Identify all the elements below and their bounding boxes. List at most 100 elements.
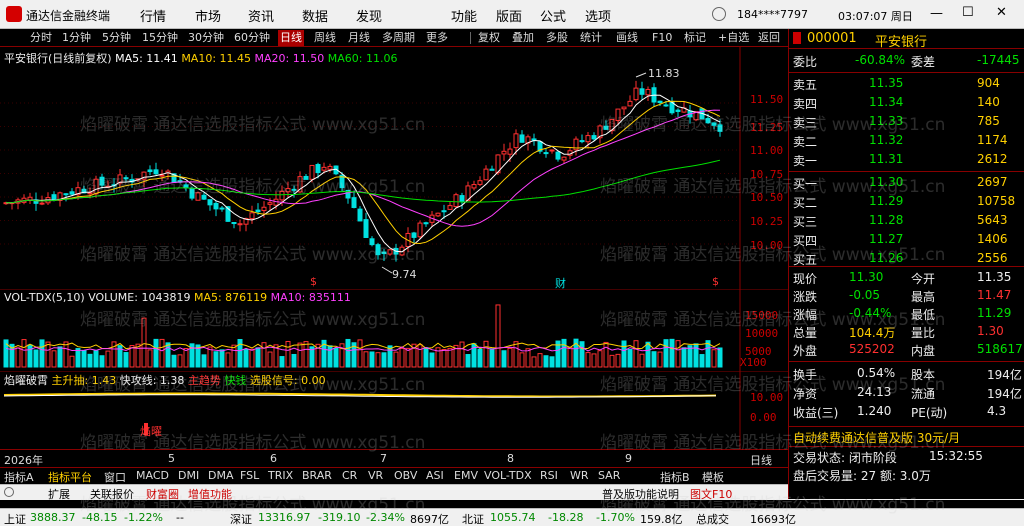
tab-obv[interactable]: OBV <box>394 469 417 482</box>
event-marker[interactable]: $ <box>310 275 317 288</box>
kline-chart[interactable]: 平安银行(日线前复权) MA5: 11.41 MA10: 11.45 MA20:… <box>0 47 788 290</box>
back-button[interactable]: 返回 <box>756 30 782 46</box>
tab-wr[interactable]: WR <box>570 469 589 482</box>
menu-market[interactable]: 市场 <box>195 6 221 25</box>
user-avatar-icon[interactable] <box>712 7 726 21</box>
period-5min[interactable]: 5分钟 <box>100 30 133 46</box>
quote-stat-row[interactable]: 净资 24.13 流通 194亿 <box>791 384 1023 402</box>
ask-row[interactable]: 卖二 11.32 1174 <box>791 132 1023 150</box>
menu-news[interactable]: 资讯 <box>248 6 274 25</box>
related-quotes-button[interactable]: 关联报价 <box>90 486 134 502</box>
tab-asi[interactable]: ASI <box>426 469 444 482</box>
stock-name[interactable]: 平安银行 <box>875 31 927 50</box>
volume-bar <box>303 341 309 368</box>
tab-indicator-b[interactable]: 指标B <box>660 469 690 485</box>
indicator-chart[interactable]: 焰曜破霄 主升抽: 1.43 快攻线: 1.38 主趋势 快钱 选股信号: 0.… <box>0 370 788 449</box>
sz-index-change: -319.10 <box>318 511 361 524</box>
menu-options[interactable]: 选项 <box>585 6 611 25</box>
menu-discover[interactable]: 发现 <box>356 6 382 25</box>
kline-candle <box>561 156 567 161</box>
f10-button[interactable]: F10 <box>650 30 674 46</box>
menu-functions[interactable]: 功能 <box>451 6 477 25</box>
maximize-icon[interactable]: ☐ <box>962 5 974 20</box>
f10-graphic-link[interactable]: 图文F10 <box>690 486 732 502</box>
tab-window[interactable]: 窗口 <box>104 469 126 485</box>
period-multi[interactable]: 多周期 <box>380 30 417 46</box>
menu-layout[interactable]: 版面 <box>496 6 522 25</box>
minimize-icon[interactable]: — <box>930 6 943 21</box>
promo-banner[interactable]: 自动续费通达信普及版 30元/月 <box>793 429 960 446</box>
period-more[interactable]: 更多 <box>424 30 450 46</box>
volume-bar <box>405 347 411 368</box>
period-30min[interactable]: 30分钟 <box>186 30 226 46</box>
mark-button[interactable]: 标记 <box>682 30 708 46</box>
tab-vr[interactable]: VR <box>368 469 383 482</box>
volume-bar <box>39 339 45 368</box>
bid-row[interactable]: 买五 11.26 2556 <box>791 250 1023 268</box>
tab-indicator-a[interactable]: 指标A <box>4 469 34 485</box>
tab-rsi[interactable]: RSI <box>540 469 558 482</box>
edition-info-link[interactable]: 普及版功能说明 <box>602 486 679 502</box>
tab-brar[interactable]: BRAR <box>302 469 332 482</box>
tab-sar[interactable]: SAR <box>598 469 620 482</box>
ask-row[interactable]: 卖一 11.31 2612 <box>791 151 1023 169</box>
statistics-button[interactable]: 统计 <box>578 30 604 46</box>
volume-chart[interactable]: VOL-TDX(5,10) VOLUME: 1043819 MA5: 87611… <box>0 288 788 371</box>
close-icon[interactable]: ✕ <box>996 5 1007 20</box>
volume-bar <box>147 349 153 368</box>
tab-template[interactable]: 模板 <box>702 469 724 485</box>
tab-trix[interactable]: TRIX <box>268 469 293 482</box>
period-monthly[interactable]: 月线 <box>346 30 372 46</box>
event-marker[interactable]: $ <box>712 275 719 288</box>
bid-row[interactable]: 买一 11.30 2697 <box>791 174 1023 192</box>
ask-row[interactable]: 卖五 11.35 904 <box>791 75 1023 93</box>
expand-toggle-icon[interactable] <box>4 487 14 497</box>
order-diff-value: -17445 <box>977 53 1020 67</box>
bid-row[interactable]: 买二 11.29 10758 <box>791 193 1023 211</box>
tab-cr[interactable]: CR <box>342 469 357 482</box>
quote-stat-row[interactable]: 涨跌 -0.05 最高 11.47 <box>791 287 1023 305</box>
menu-quotes[interactable]: 行情 <box>140 6 166 25</box>
quote-stat-row[interactable]: 收益(三) 1.240 PE(动) 4.3 <box>791 403 1023 421</box>
volume-bar <box>585 352 591 368</box>
bid-row[interactable]: 买四 11.27 1406 <box>791 231 1023 249</box>
overlay-button[interactable]: 叠加 <box>510 30 536 46</box>
volume-bar <box>657 351 663 368</box>
add-watchlist-button[interactable]: +自选 <box>716 30 751 46</box>
tab-emv[interactable]: EMV <box>454 469 478 482</box>
menu-data[interactable]: 数据 <box>302 6 328 25</box>
tab-fsl[interactable]: FSL <box>240 469 259 482</box>
value-added-button[interactable]: 增值功能 <box>188 486 232 502</box>
period-60min[interactable]: 60分钟 <box>232 30 272 46</box>
bid-volume: 10758 <box>977 194 1016 208</box>
tab-dmi[interactable]: DMI <box>178 469 199 482</box>
quote-stat-row[interactable]: 外盘 525202 内盘 518617 <box>791 341 1023 359</box>
period-weekly[interactable]: 周线 <box>312 30 338 46</box>
stock-code[interactable]: 000001 <box>807 31 857 46</box>
wealth-circle-button[interactable]: 财富圈 <box>146 486 179 502</box>
draw-line-button[interactable]: 画线 <box>614 30 640 46</box>
menu-formula[interactable]: 公式 <box>540 6 566 25</box>
ask-row[interactable]: 卖三 11.33 785 <box>791 113 1023 131</box>
period-15min[interactable]: 15分钟 <box>140 30 180 46</box>
multi-stock-button[interactable]: 多股 <box>544 30 570 46</box>
tab-indicator-platform[interactable]: 指标平台 <box>48 469 92 485</box>
tab-dma[interactable]: DMA <box>208 469 234 482</box>
period-1min[interactable]: 1分钟 <box>60 30 93 46</box>
quote-stat-row[interactable]: 总量 104.4万 量比 1.30 <box>791 323 1023 341</box>
period-tick[interactable]: 分时 <box>28 30 54 46</box>
period-daily[interactable]: 日线 <box>278 30 304 46</box>
indicator-axis-label: 10.00 <box>750 391 784 404</box>
bid-row[interactable]: 买三 11.28 5643 <box>791 212 1023 230</box>
ask-row[interactable]: 卖四 11.34 140 <box>791 94 1023 112</box>
quote-stat-row[interactable]: 现价 11.30 今开 11.35 <box>791 269 1023 287</box>
tab-vol-tdx[interactable]: VOL-TDX <box>484 469 532 482</box>
stat-label: 净资 <box>793 387 818 401</box>
ask-volume: 1174 <box>977 133 1008 147</box>
quote-stat-row[interactable]: 涨幅 -0.44% 最低 11.29 <box>791 305 1023 323</box>
tab-macd[interactable]: MACD <box>136 469 169 482</box>
volume-bar <box>381 352 387 368</box>
extension-button[interactable]: 扩展 <box>48 486 70 502</box>
quote-stat-row[interactable]: 换手 0.54% 股本 194亿 <box>791 365 1023 383</box>
adjust-button[interactable]: 复权 <box>476 30 502 46</box>
